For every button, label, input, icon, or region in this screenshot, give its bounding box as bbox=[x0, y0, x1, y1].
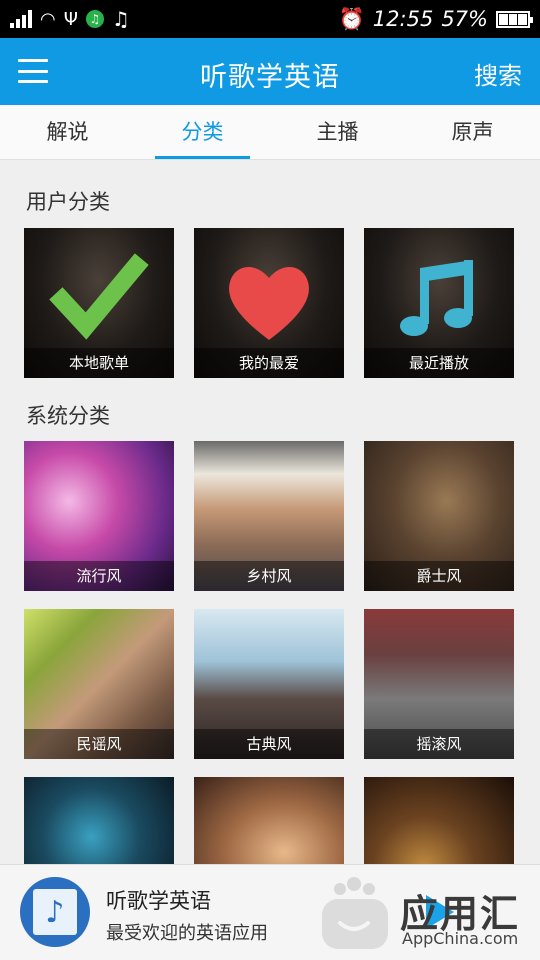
page-title: 听歌学英语 bbox=[200, 62, 340, 93]
tile-label: 爵士风 bbox=[364, 561, 514, 591]
banner-title: 听歌学英语 bbox=[106, 889, 211, 913]
music-app-icon: ♫ bbox=[85, 10, 104, 28]
tile-local-playlist[interactable]: 本地歌单 bbox=[24, 228, 174, 378]
tile-pop[interactable]: 流行风 bbox=[24, 441, 174, 591]
tile-label: 本地歌单 bbox=[24, 348, 174, 378]
tile-label: 摇滚风 bbox=[364, 729, 514, 759]
alarm-icon: ⏰ bbox=[338, 6, 365, 31]
wifi-icon: ◠ bbox=[40, 8, 56, 30]
search-button[interactable]: 搜索 bbox=[474, 56, 522, 91]
tile-favorites[interactable]: 我的最爱 bbox=[194, 228, 344, 378]
tab-host[interactable]: 主播 bbox=[270, 105, 405, 159]
app-logo-icon: ♪ bbox=[20, 877, 90, 947]
tile-country[interactable]: 乡村风 bbox=[194, 441, 344, 591]
banner-subtitle: 最受欢迎的英语应用 bbox=[106, 923, 268, 944]
tab-original[interactable]: 原声 bbox=[405, 105, 540, 159]
status-time: 12:55 bbox=[372, 7, 434, 31]
tab-commentary[interactable]: 解说 bbox=[0, 105, 135, 159]
watermark-site: AppChina.com bbox=[402, 929, 519, 948]
usb-icon: Ψ bbox=[63, 8, 78, 30]
tile-classical[interactable]: 古典风 bbox=[194, 609, 344, 759]
signal-icon bbox=[10, 10, 32, 28]
tile-recent-plays[interactable]: 最近播放 bbox=[364, 228, 514, 378]
cloud-smile-icon bbox=[322, 877, 388, 949]
music-note-status-icon: ♫ bbox=[111, 7, 130, 31]
section-title-user: 用户分类 bbox=[26, 190, 110, 214]
battery-icon bbox=[496, 10, 533, 28]
tile-folk[interactable]: 民谣风 bbox=[24, 609, 174, 759]
tile-label: 我的最爱 bbox=[194, 348, 344, 378]
tile-jazz[interactable]: 爵士风 bbox=[364, 441, 514, 591]
tab-bar: 解说 分类 主播 原声 bbox=[0, 105, 540, 160]
app-banner[interactable]: ♪ 听歌学英语 最受欢迎的英语应用 应用汇 AppChina.com bbox=[0, 864, 540, 960]
app-bar: 听歌学英语 搜索 bbox=[0, 38, 540, 105]
tile-label: 乡村风 bbox=[194, 561, 344, 591]
section-title-system: 系统分类 bbox=[26, 404, 110, 428]
tile-label: 民谣风 bbox=[24, 729, 174, 759]
battery-percent: 57% bbox=[441, 7, 488, 31]
tile-label: 古典风 bbox=[194, 729, 344, 759]
tile-label: 最近播放 bbox=[364, 348, 514, 378]
status-bar: ◠ Ψ ♫ ♫ ⏰ 12:55 57% bbox=[0, 0, 540, 38]
tab-category[interactable]: 分类 bbox=[135, 105, 270, 159]
tile-rock[interactable]: 摇滚风 bbox=[364, 609, 514, 759]
tile-label: 流行风 bbox=[24, 561, 174, 591]
